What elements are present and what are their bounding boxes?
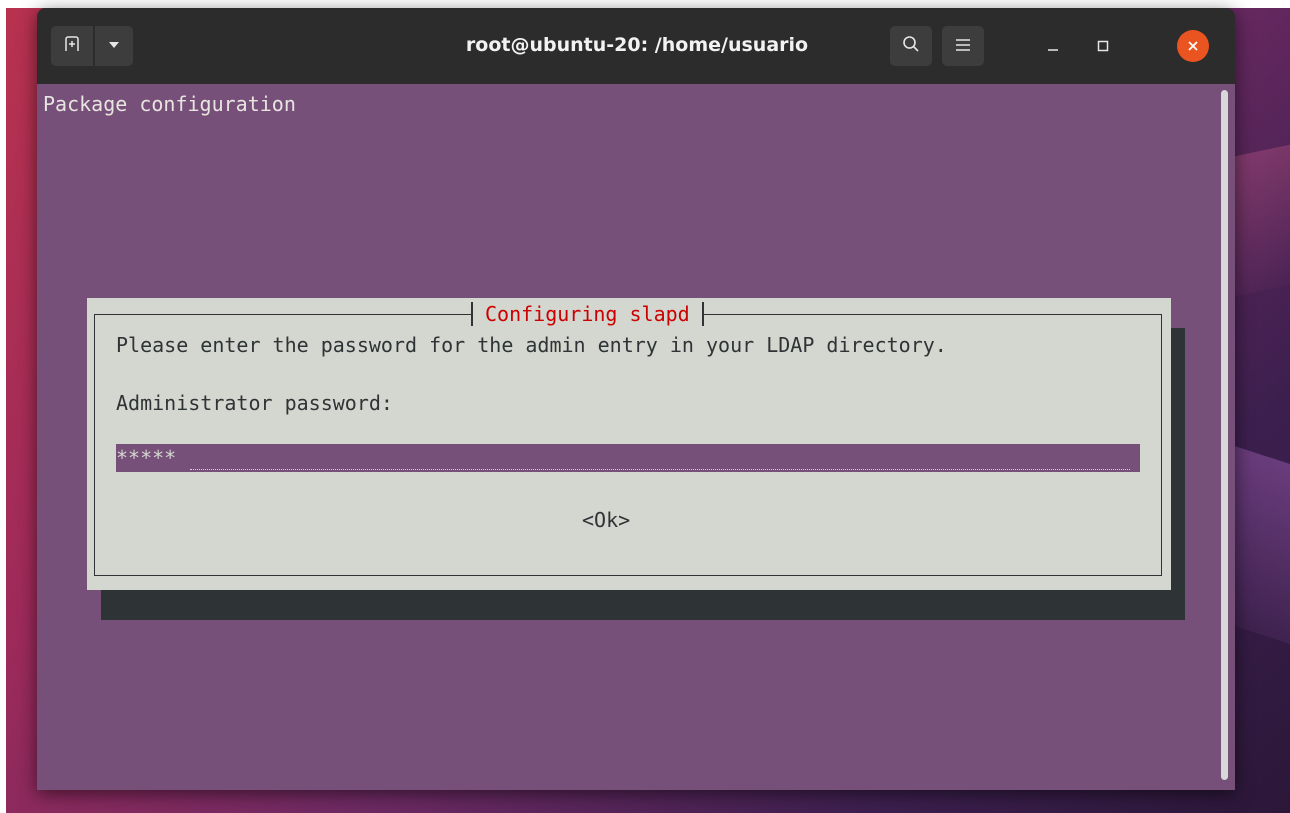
menu-button[interactable] — [942, 26, 984, 66]
ok-button[interactable]: <Ok> — [582, 508, 630, 532]
search-button[interactable] — [890, 26, 932, 66]
hamburger-menu-icon — [955, 37, 971, 56]
scrollbar[interactable] — [1221, 90, 1228, 780]
dialog-message: Please enter the password for the admin … — [116, 333, 947, 357]
administrator-password-input[interactable] — [116, 444, 1140, 472]
slapd-dialog: Configuring slapd Please enter the passw… — [87, 298, 1171, 590]
titlebar: root@ubuntu-20: /home/usuario — [37, 8, 1235, 84]
maximize-icon — [1097, 37, 1109, 56]
terminal-area[interactable]: Package configuration Configuring slapd … — [37, 84, 1235, 790]
chevron-down-icon — [107, 37, 121, 56]
terminal-window: root@ubuntu-20: /home/usuario Package co… — [37, 8, 1235, 790]
minimize-icon — [1047, 37, 1059, 56]
close-icon — [1187, 37, 1199, 56]
new-tab-icon — [63, 35, 81, 57]
password-field-underline — [190, 469, 1130, 470]
window-title: root@ubuntu-20: /home/usuario — [465, 34, 809, 56]
password-label: Administrator password: — [116, 391, 393, 415]
dialog-title: Configuring slapd — [471, 302, 704, 326]
search-icon — [902, 35, 920, 57]
new-tab-button[interactable] — [51, 26, 93, 66]
close-button[interactable] — [1177, 30, 1209, 62]
maximize-button[interactable] — [1087, 30, 1119, 62]
minimize-button[interactable] — [1037, 30, 1069, 62]
tab-menu-button[interactable] — [95, 26, 133, 66]
package-configuration-header: Package configuration — [43, 92, 296, 116]
